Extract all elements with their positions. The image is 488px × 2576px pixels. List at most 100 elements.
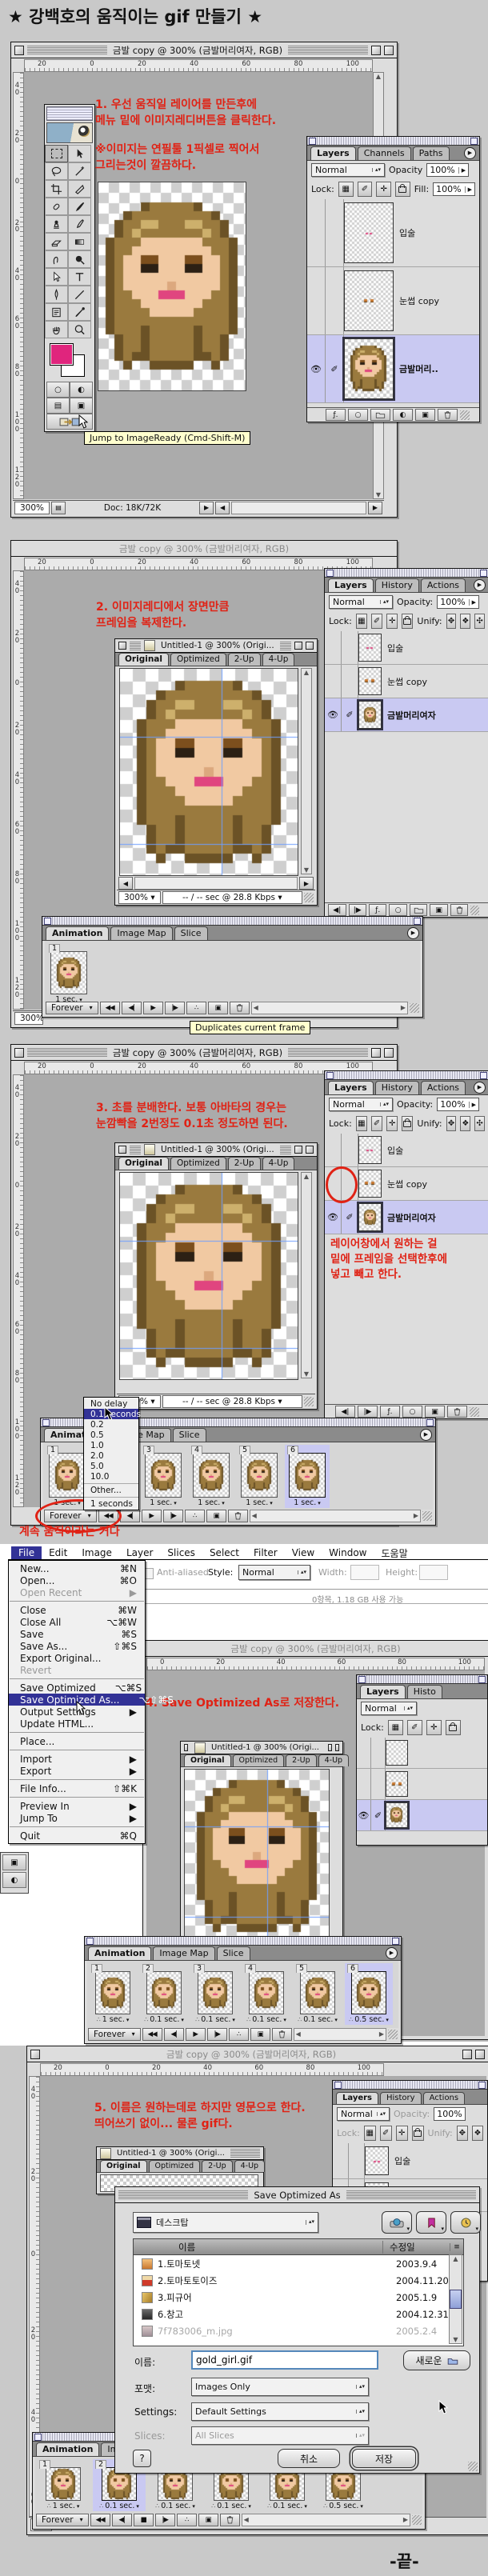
file-menu-item[interactable] [10,1797,144,1798]
delay-menu-item[interactable]: 10.0 [84,1471,138,1482]
visibility-cell[interactable]: 👁 [325,698,342,731]
frame-thumbnail[interactable] [289,1453,326,1498]
vertical-scrollbar[interactable]: ▲▼ [301,668,312,874]
layer-thumbnail[interactable] [344,270,394,331]
blend-mode-select[interactable]: Normal▴▾ [329,595,393,609]
next-frame-button[interactable]: |▶ [155,2514,175,2526]
layer-thumbnail[interactable] [358,667,382,695]
looping-select[interactable]: Forever▾ [36,2514,89,2526]
hscroll-left-icon[interactable]: ◀ [215,502,230,514]
file-menu-item[interactable]: Close All ⌥⌘W [9,1616,145,1628]
ir-view-tab[interactable]: Original [118,1157,169,1170]
lock-transparency-button[interactable]: ▦ [388,1720,403,1735]
frame-thumbnail[interactable] [49,1453,86,1498]
frame-delay[interactable]: 0.1 sec. [217,2502,246,2510]
horizontal-scrollbar[interactable] [231,502,366,514]
palette-tab[interactable]: Layers [310,146,356,160]
file-menu-item[interactable]: Export ▶ [9,1765,145,1777]
width-field[interactable] [350,1565,379,1580]
palette-menu-icon[interactable]: ▶ [420,1429,432,1441]
file-menu-item[interactable]: Jump To ▶ [9,1812,145,1824]
frame-delay[interactable]: 1 sec. [150,1498,172,1507]
move-tool[interactable] [68,145,91,162]
ir-canvas[interactable] [119,1172,298,1380]
frame-delay[interactable]: 0.5 sec. [329,2502,358,2510]
ir-view-tab[interactable]: 2-Up [286,1754,316,1766]
opacity-field[interactable]: 100%▶ [437,595,479,609]
standard-mode-button[interactable]: ○ [46,382,70,398]
ir-canvas[interactable] [119,668,298,876]
frame-scrollbar[interactable]: ◀▶ [242,2514,410,2526]
link-cell[interactable] [326,267,344,334]
frame-delay[interactable]: 1 sec. [102,2015,125,2024]
previous-frame-button[interactable]: ◀| [112,2514,132,2526]
previous-frame-button[interactable]: ◀| [122,1002,142,1014]
ir-view-tab[interactable]: 4-Up [262,1157,295,1170]
looping-select[interactable]: Forever▾ [46,1002,98,1014]
file-menu-item[interactable]: Export Original... [9,1652,145,1664]
lock-all-button[interactable] [395,182,410,197]
stop-button[interactable]: ■ [134,2514,154,2526]
format-select[interactable]: Images Only▴▾ [191,2378,369,2396]
save-button[interactable]: 저장 [352,2449,416,2468]
menubar-item[interactable]: View [285,1546,322,1559]
collapse-box-icon[interactable] [384,46,394,55]
frame-delay[interactable]: 0.1 sec. [252,2015,282,2024]
marquee-tool[interactable] [45,145,68,162]
next-frame-button[interactable]: |▶ [165,1002,185,1014]
lock-pixels-button[interactable]: ✐ [380,2126,392,2141]
file-menu-item[interactable] [10,1678,144,1679]
palette-menu-icon[interactable]: ▶ [464,147,476,159]
ir-view-tab[interactable]: Original [184,1754,231,1766]
frame-thumbnail[interactable] [351,1971,386,2014]
layer-style-button[interactable]: ƒ. [380,1406,400,1418]
duplicate-frame-button[interactable]: ▣ [206,1510,226,1522]
palette-tab[interactable]: Layers [328,578,374,592]
layer-name[interactable]: 입술 [394,199,415,266]
layer-thumbnail[interactable] [386,1771,408,1797]
screen-mode-button[interactable]: ▣ [2,1854,26,1870]
quickmask-mode-button[interactable]: ◐ [70,382,93,398]
tween-button[interactable]: ∴ [186,1002,206,1014]
layer-row-eyebrows[interactable]: 눈썹 copy [307,267,479,335]
animation-frame[interactable]: 3 1 sec.▾ [141,1445,186,1508]
unify-visibility-button[interactable]: ❖ [460,1116,470,1131]
menubar-item[interactable]: File [11,1546,42,1559]
frame-thumbnail[interactable] [95,1971,130,2014]
fill-field[interactable]: 100%▶ [433,182,475,196]
ir-view-tab[interactable]: Optimized [149,2160,201,2172]
previous-frame-button[interactable]: ◀| [120,1510,140,1522]
animation-tab[interactable]: Animation [88,1946,151,1960]
close-box-icon[interactable] [14,46,24,55]
play-button[interactable]: ▶ [142,1510,162,1522]
eraser-tool[interactable] [45,233,68,250]
delete-layer-button[interactable] [447,1406,467,1418]
collapse-box-icon[interactable] [306,642,314,650]
unify-visibility-button[interactable]: ❖ [460,614,470,629]
animation-frame[interactable]: 1 ∴1 sec.▾ [37,2459,90,2511]
jump-to-imageready-button[interactable]: ◐ [2,1872,26,1888]
history-brush-tool[interactable] [68,215,91,233]
file-row[interactable]: 7f783006_m.jpg 2005.2.4 [134,2322,463,2339]
play-button[interactable]: ▶ [143,1002,163,1014]
lock-pixels-button[interactable]: ✐ [407,1720,422,1735]
ir-view-tab[interactable]: Optimized [170,1157,226,1170]
shortcuts-button[interactable]: ▾ [382,2211,412,2234]
delay-menu-item[interactable]: 1.0 [84,1440,138,1450]
palette-tab[interactable]: Layers [360,1685,406,1698]
frame-delay[interactable]: 0.1 sec. [303,2015,333,2024]
screen-mode-2-button[interactable]: ▣ [70,398,93,414]
hscroll-right-icon[interactable]: ▶ [368,502,382,514]
hand-tool[interactable] [45,321,68,338]
unify-style-button[interactable]: ✣ [474,1116,485,1131]
delay-menu-item[interactable]: 2.0 [84,1450,138,1461]
lock-pixels-button[interactable]: ✐ [371,1116,382,1131]
layer-set-button[interactable] [410,904,427,916]
palette-close-icon[interactable] [470,138,478,145]
palette-tab[interactable]: History [380,2092,422,2104]
brush-tool[interactable] [68,198,91,215]
file-menu-item[interactable]: Import ▶ [9,1753,145,1765]
new-layer-button[interactable]: ▣ [430,904,447,916]
step-forward-button[interactable]: |▶ [358,1406,378,1418]
recents-button[interactable]: ▾ [450,2211,481,2234]
